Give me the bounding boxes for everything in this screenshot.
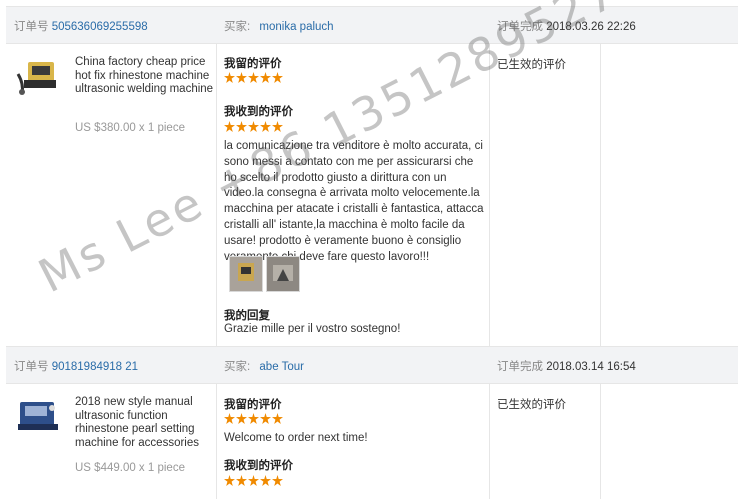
completed-time: 订单完成 2018.03.26 22:26 [497,18,636,34]
star-icon [260,72,271,83]
received-review-stars [224,121,283,133]
order-number: 订单号 90181984918 21 [14,358,138,374]
completed-value: 2018.03.14 16:54 [546,361,636,373]
star-icon [248,72,259,83]
star-icon [224,72,235,83]
my-review-text: Welcome to order next time! [224,432,368,444]
star-icon [224,121,235,132]
received-review-heading: 我收到的评价 [224,106,293,118]
star-icon [236,72,247,83]
star-icon [272,413,283,424]
review-photo-thumbnail[interactable] [229,256,263,292]
my-review-stars [224,413,283,425]
order-number-label: 订单号 [14,361,49,373]
my-reply-text: Grazie mille per il vostro sostegno! [224,323,401,335]
star-icon [224,475,235,486]
received-review-stars [224,475,283,487]
product-title[interactable]: China factory cheap price hot fix rhines… [75,56,215,97]
feedback-column: 我留的评价 我收到的评价 la comunicazione tra vendit… [224,6,484,346]
feedback-status: 已生效的评价 [497,399,566,411]
order-number-label: 订单号 [14,21,49,33]
star-icon [248,475,259,486]
completed-label: 订单完成 [497,21,543,33]
star-icon [260,121,271,132]
product-image[interactable] [14,394,64,436]
received-review-heading: 我收到的评价 [224,460,293,472]
product-title[interactable]: 2018 new style manual ultrasonic functio… [75,396,215,450]
star-icon [272,72,283,83]
received-review-text: la comunicazione tra venditore è molto a… [224,140,484,263]
star-icon [272,121,283,132]
order-card: 订单号 505636069255598 买家: monika paluch 订单… [6,6,738,346]
my-reply-heading: 我的回复 [224,310,270,322]
star-icon [236,121,247,132]
star-icon [248,121,259,132]
product-price: US $449.00 x 1 piece [75,462,185,474]
star-icon [272,475,283,486]
order-number-link[interactable]: 90181984918 21 [52,361,138,373]
order-number: 订单号 505636069255598 [14,18,148,34]
star-icon [260,475,271,486]
my-review-stars [224,72,283,84]
star-icon [260,413,271,424]
review-photo-thumbnail[interactable] [266,256,300,292]
star-icon [224,413,235,424]
order-card: 订单号 90181984918 21 买家: abe Tour 订单完成 201… [6,346,738,499]
star-icon [248,413,259,424]
completed-time: 订单完成 2018.03.14 16:54 [497,358,636,374]
order-number-link[interactable]: 505636069255598 [52,21,148,33]
product-price: US $380.00 x 1 piece [75,122,185,134]
star-icon [236,413,247,424]
product-image[interactable] [14,56,64,98]
my-review-heading: 我留的评价 [224,58,282,70]
feedback-column: 我留的评价 Welcome to order next time! 我收到的评价 [224,346,484,499]
feedback-status: 已生效的评价 [497,59,566,71]
star-icon [236,475,247,486]
my-review-heading: 我留的评价 [224,399,282,411]
completed-label: 订单完成 [497,361,543,373]
completed-value: 2018.03.26 22:26 [546,21,636,33]
